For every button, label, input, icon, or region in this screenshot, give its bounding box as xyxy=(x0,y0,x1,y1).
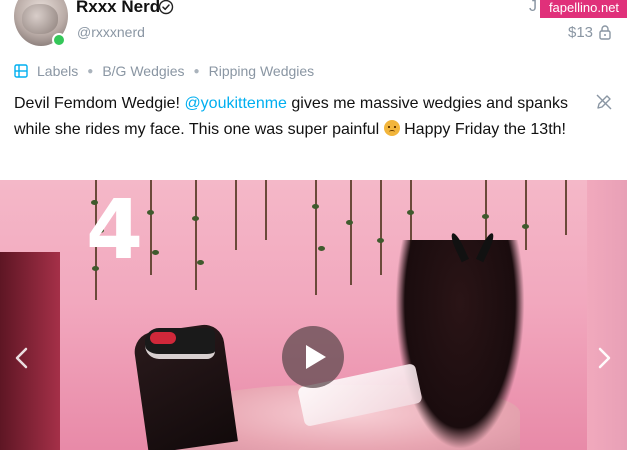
label-bg-wedgies[interactable]: B/G Wedgies xyxy=(102,63,184,79)
vine-decor xyxy=(485,180,487,240)
leaf-decor xyxy=(346,220,353,225)
user-handle[interactable]: @rxxxnerd xyxy=(77,24,145,40)
separator-dot: ● xyxy=(87,65,94,77)
post-text-end: Happy Friday the 13th! xyxy=(399,121,566,138)
post-text: Devil Femdom Wedgie! @youkittenme gives … xyxy=(14,91,574,143)
labels-title[interactable]: Labels xyxy=(37,63,78,79)
leaf-decor xyxy=(312,204,319,209)
leaf-decor xyxy=(147,210,154,215)
play-icon xyxy=(306,345,326,369)
video-overlay-number: 4 xyxy=(86,183,144,278)
mention-link[interactable]: @youkittenme xyxy=(184,95,287,112)
post-text-start: Devil Femdom Wedgie! xyxy=(14,95,185,112)
leaf-decor xyxy=(407,210,414,215)
media-scene-shoe-accent xyxy=(150,332,176,344)
vine-decor xyxy=(195,180,197,290)
leaf-decor xyxy=(197,260,204,265)
emoji-icon xyxy=(383,120,400,136)
vine-decor xyxy=(565,180,567,235)
play-button[interactable] xyxy=(282,326,344,388)
labels-row: Labels ● B/G Wedgies ● Ripping Wedgies xyxy=(14,61,314,81)
vine-decor xyxy=(235,180,237,250)
username[interactable]: Rxxx Nerd xyxy=(76,0,160,17)
lock-icon xyxy=(599,25,611,40)
vine-decor xyxy=(265,180,267,240)
vine-decor xyxy=(380,180,382,275)
leaf-decor xyxy=(318,246,325,251)
watermark-badge: fapellino.net xyxy=(540,0,627,18)
leaf-decor xyxy=(192,216,199,221)
separator-dot: ● xyxy=(193,65,200,77)
vine-decor xyxy=(150,180,152,275)
labels-icon xyxy=(14,64,28,78)
label-ripping-wedgies[interactable]: Ripping Wedgies xyxy=(209,63,315,79)
vine-decor xyxy=(315,180,317,295)
leaf-decor xyxy=(377,238,384,243)
media-preview[interactable]: 4 xyxy=(0,180,627,450)
chevron-left-icon[interactable] xyxy=(12,346,32,370)
media-background-decor xyxy=(587,180,627,450)
media-scene-figure xyxy=(395,240,525,450)
truncated-date-text: J xyxy=(529,0,537,15)
vine-decor xyxy=(525,180,527,250)
chevron-right-icon[interactable] xyxy=(594,346,614,370)
leaf-decor xyxy=(152,250,159,255)
vine-decor xyxy=(350,180,352,285)
leaf-decor xyxy=(482,214,489,219)
post-header: Rxxx Nerd @rxxxnerd J fapellino.net $13 xyxy=(0,0,627,52)
post-price: $13 xyxy=(568,24,594,41)
online-status-dot xyxy=(52,33,66,47)
edit-icon[interactable] xyxy=(595,93,613,111)
leaf-decor xyxy=(522,224,529,229)
verified-badge-icon xyxy=(158,0,174,15)
